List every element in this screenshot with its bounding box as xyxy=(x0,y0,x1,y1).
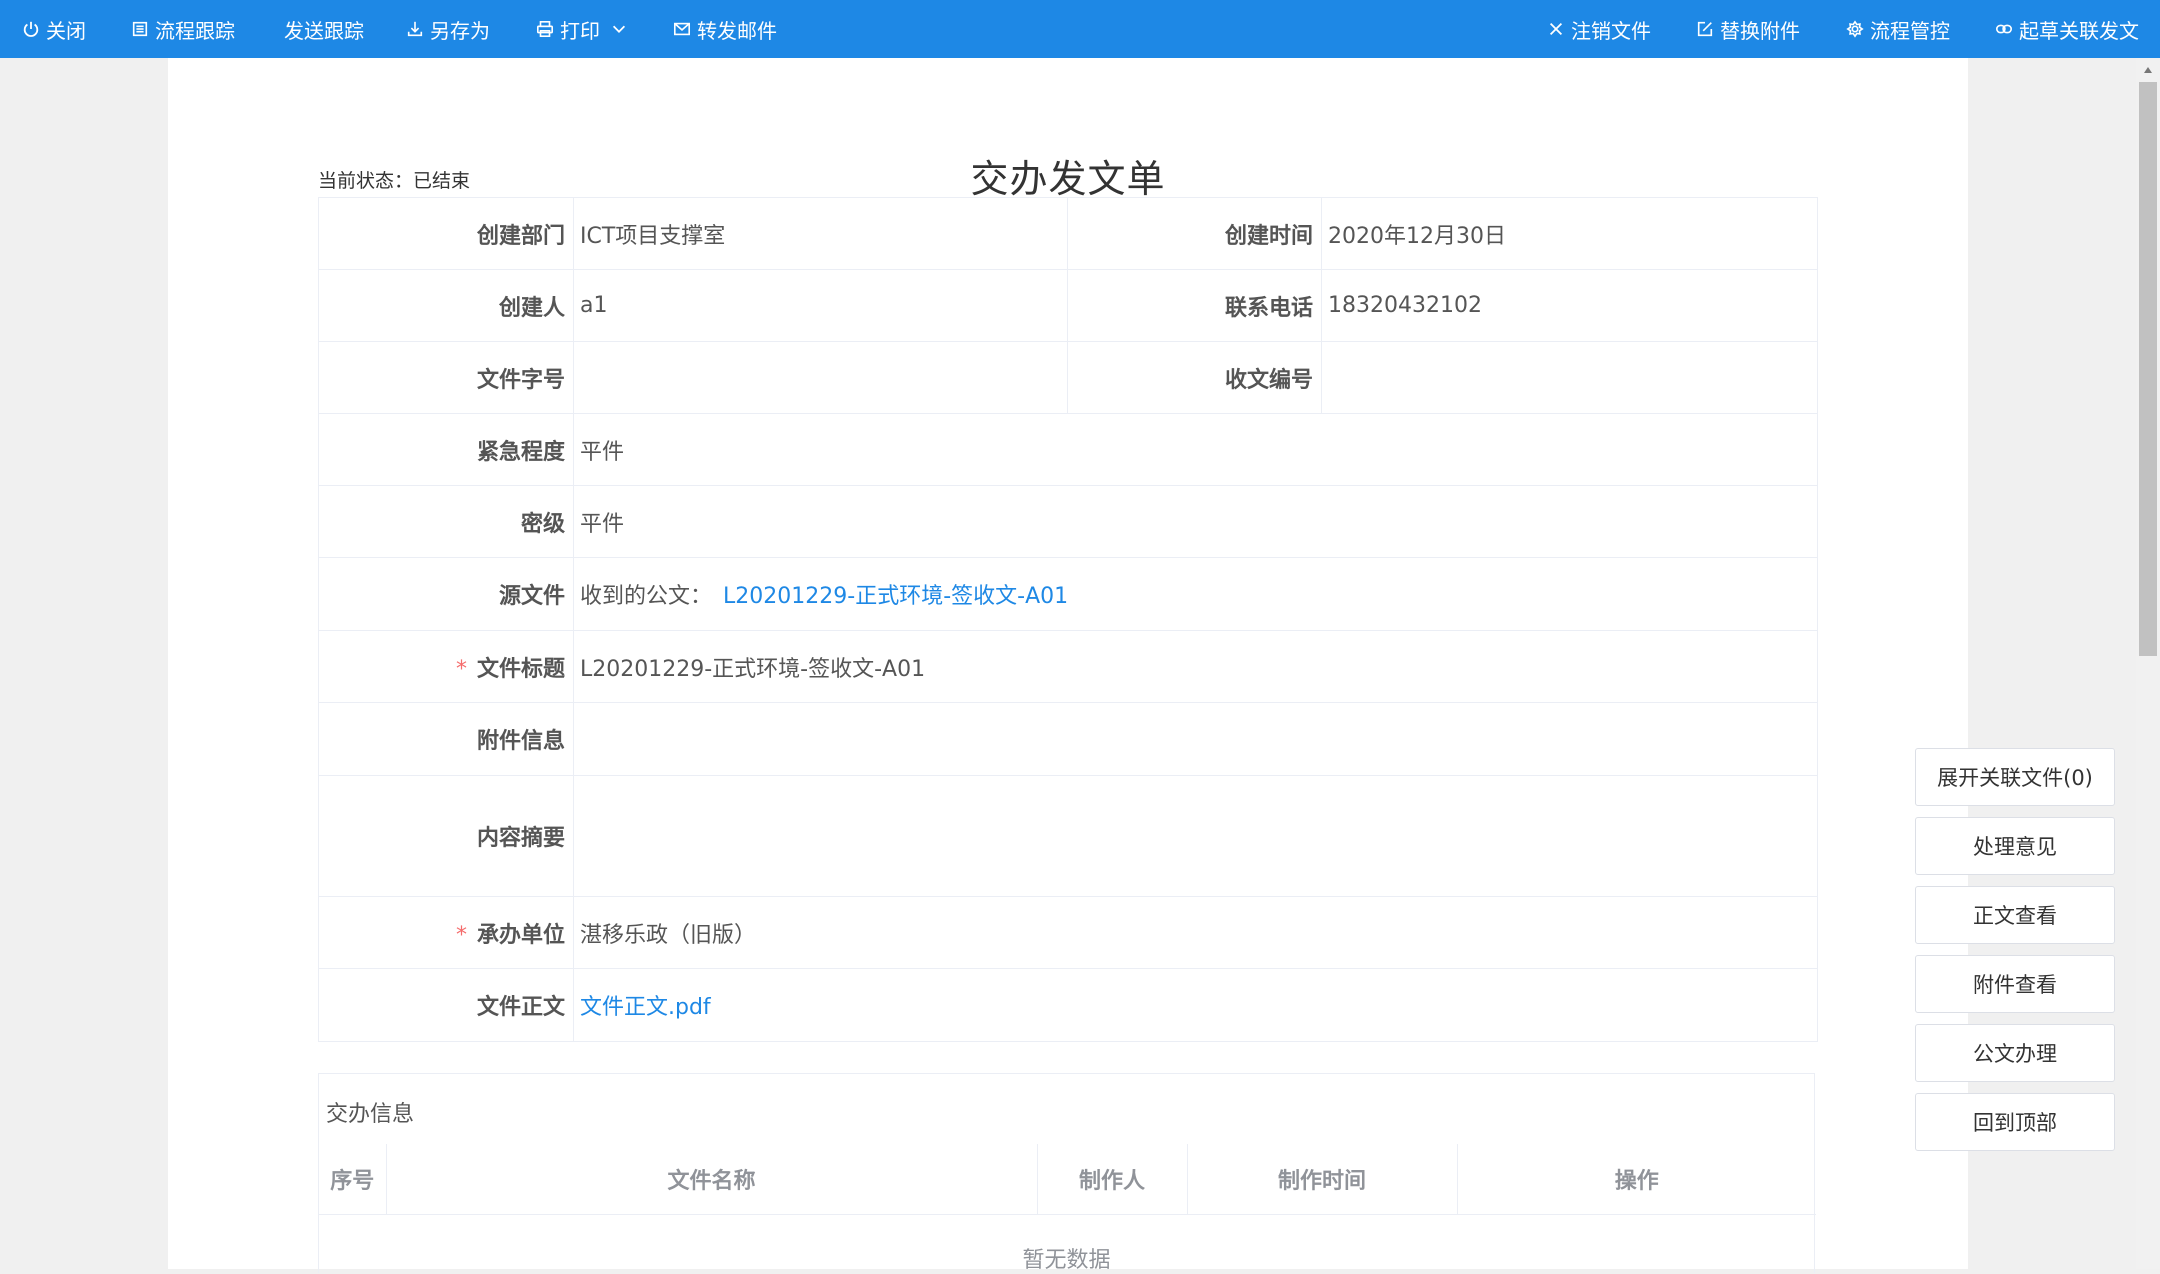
source-value: 收到的公文： L20201229-正式环境-签收文-A01 xyxy=(573,557,1818,631)
send-tracking-button[interactable]: 发送跟踪 xyxy=(284,0,364,58)
summary-value xyxy=(573,775,1818,897)
handler-value: 湛移乐政（旧版） xyxy=(573,896,1818,969)
handler-label-cell: * 承办单位 xyxy=(318,896,574,969)
forward-mail-label: 转发邮件 xyxy=(697,18,777,43)
replace-attachment-label: 替换附件 xyxy=(1720,18,1800,43)
form-row: 密级 平件 xyxy=(318,485,1818,558)
link-icon xyxy=(1995,24,2013,34)
mail-icon xyxy=(673,22,691,36)
empty-data-text: 暂无数据 xyxy=(1022,1248,1111,1273)
form-row: 创建人 a1 联系电话 18320432102 xyxy=(318,269,1818,342)
flow-control-button[interactable]: 流程管控 xyxy=(1846,0,1950,58)
form-row: * 承办单位 湛移乐政（旧版） xyxy=(318,896,1818,969)
edit-icon xyxy=(1697,21,1713,37)
process-document-button[interactable]: 公文办理 xyxy=(1915,1024,2115,1082)
file-title-label-cell: * 文件标题 xyxy=(318,630,574,703)
forward-mail-button[interactable]: 转发邮件 xyxy=(673,0,777,58)
flow-control-label: 流程管控 xyxy=(1870,18,1950,43)
list-icon xyxy=(132,21,148,37)
form-row: * 文件标题 L20201229-正式环境-签收文-A01 xyxy=(318,630,1818,703)
creator-value: a1 xyxy=(573,269,1068,342)
gear-icon xyxy=(1846,20,1864,38)
source-prefix: 收到的公文： xyxy=(580,584,713,609)
view-attachment-button[interactable]: 附件查看 xyxy=(1915,955,2115,1013)
assign-info-title: 交办信息 xyxy=(326,1102,415,1127)
form-row: 源文件 收到的公文： L20201229-正式环境-签收文-A01 xyxy=(318,557,1818,631)
required-mark: * xyxy=(455,656,467,682)
receive-no-label: 收文编号 xyxy=(1067,341,1322,414)
flow-tracking-label: 流程跟踪 xyxy=(155,18,235,43)
created-time-value: 2020年12月30日 xyxy=(1321,197,1818,270)
creator-label: 创建人 xyxy=(318,269,574,342)
file-title-value: L20201229-正式环境-签收文-A01 xyxy=(573,630,1818,703)
expand-related-files-button[interactable]: 展开关联文件(0) xyxy=(1915,748,2115,806)
draft-related-button[interactable]: 起草关联发文 xyxy=(1995,0,2139,58)
draft-related-label: 起草关联发文 xyxy=(2019,18,2139,43)
document-form: 创建部门 ICT项目支撑室 创建时间 2020年12月30日 创建人 a1 联系… xyxy=(318,197,1818,1042)
scrollbar-thumb[interactable] xyxy=(2139,82,2157,656)
column-header: 制作人 xyxy=(1037,1144,1188,1215)
phone-label: 联系电话 xyxy=(1067,269,1322,342)
column-header: 文件名称 xyxy=(386,1144,1038,1215)
required-mark: * xyxy=(455,922,467,948)
form-row: 紧急程度 平件 xyxy=(318,413,1818,486)
file-title-label: 文件标题 xyxy=(476,656,565,682)
handler-label: 承办单位 xyxy=(476,922,565,948)
cancel-file-label: 注销文件 xyxy=(1571,18,1651,43)
column-header: 序号 xyxy=(319,1144,387,1215)
close-icon xyxy=(1549,22,1563,36)
close-button[interactable]: 关闭 xyxy=(22,0,86,58)
column-header: 制作时间 xyxy=(1187,1144,1458,1215)
assign-info-table: 序号 文件名称 制作人 制作时间 操作 xyxy=(319,1144,1816,1215)
form-row: 文件正文 文件正文.pdf xyxy=(318,968,1818,1042)
created-time-label: 创建时间 xyxy=(1067,197,1322,270)
flow-tracking-button[interactable]: 流程跟踪 xyxy=(131,0,235,58)
secret-value: 平件 xyxy=(573,485,1818,558)
back-to-top-button[interactable]: 回到顶部 xyxy=(1915,1093,2115,1151)
form-row: 内容摘要 xyxy=(318,775,1818,897)
body-value: 文件正文.pdf xyxy=(573,968,1818,1042)
dept-label: 创建部门 xyxy=(318,197,574,270)
close-label: 关闭 xyxy=(46,18,86,43)
secret-label: 密级 xyxy=(318,485,574,558)
cancel-file-button[interactable]: 注销文件 xyxy=(1547,0,1651,58)
printer-icon xyxy=(536,20,554,38)
summary-label: 内容摘要 xyxy=(318,775,574,897)
chevron-down-icon xyxy=(612,25,626,33)
opinions-button[interactable]: 处理意见 xyxy=(1915,817,2115,875)
view-body-button[interactable]: 正文查看 xyxy=(1915,886,2115,944)
scroll-up-arrow-icon[interactable] xyxy=(2136,60,2160,80)
form-row: 创建部门 ICT项目支撑室 创建时间 2020年12月30日 xyxy=(318,197,1818,270)
form-row: 附件信息 xyxy=(318,702,1818,776)
body-file-link[interactable]: 文件正文.pdf xyxy=(580,995,711,1020)
power-icon xyxy=(23,21,39,37)
save-as-label: 另存为 xyxy=(430,18,490,43)
attachment-value xyxy=(573,702,1818,776)
body-label: 文件正文 xyxy=(318,968,574,1042)
receive-no-value xyxy=(1321,341,1818,414)
dept-value: ICT项目支撑室 xyxy=(573,197,1068,270)
urgency-value: 平件 xyxy=(573,413,1818,486)
form-row: 文件字号 收文编号 xyxy=(318,341,1818,414)
save-as-button[interactable]: 另存为 xyxy=(406,0,490,58)
print-label: 打印 xyxy=(560,18,600,43)
file-no-label: 文件字号 xyxy=(318,341,574,414)
column-header: 操作 xyxy=(1457,1144,1816,1215)
source-file-link[interactable]: L20201229-正式环境-签收文-A01 xyxy=(723,584,1068,609)
table-header-row: 序号 文件名称 制作人 制作时间 操作 xyxy=(319,1144,1816,1215)
print-dropdown-button[interactable]: 打印 xyxy=(536,0,628,58)
file-no-value xyxy=(573,341,1068,414)
phone-value: 18320432102 xyxy=(1321,269,1818,342)
source-label: 源文件 xyxy=(318,557,574,631)
send-tracking-label: 发送跟踪 xyxy=(284,18,364,43)
download-icon xyxy=(407,21,423,37)
status-text: 当前状态：已结束 xyxy=(318,170,471,192)
attachment-label: 附件信息 xyxy=(318,702,574,776)
replace-attachment-button[interactable]: 替换附件 xyxy=(1696,0,1800,58)
top-toolbar: 关闭 流程跟踪 发送跟踪 另存为 打印 转发邮件 注销文件 替换附件 流程管控 … xyxy=(0,0,2160,58)
assign-info-panel: 交办信息 序号 文件名称 制作人 制作时间 操作 暂无数据 xyxy=(318,1073,1816,1273)
urgency-label: 紧急程度 xyxy=(318,413,574,486)
